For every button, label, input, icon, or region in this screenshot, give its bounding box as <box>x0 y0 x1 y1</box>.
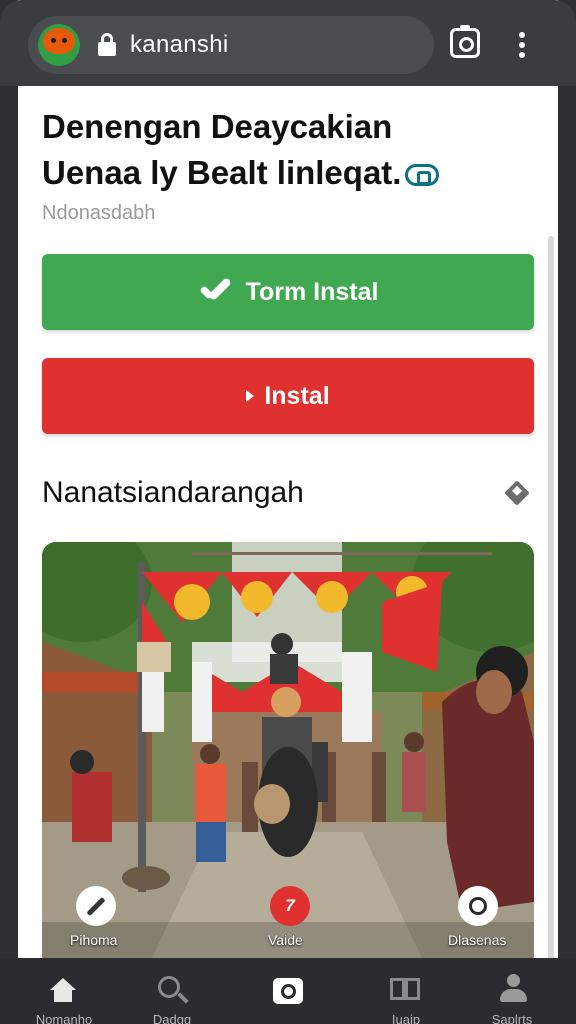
book-icon <box>390 978 422 1002</box>
profile-icon <box>498 974 528 1004</box>
nav-profile-label: Saplrts <box>491 1012 533 1024</box>
search-icon <box>158 976 180 998</box>
torm-install-label: Torm Instal <box>245 277 379 306</box>
video-badge: 7 <box>285 896 295 915</box>
bottom-navigation: Nomanho Dadgg Iuaip Saplrts <box>0 958 576 1024</box>
install-button[interactable]: Instal <box>42 358 534 434</box>
headline-line-2: Uenaa ly Bealt linleqat. <box>42 150 512 196</box>
nav-library[interactable]: Iuaip <box>356 958 456 1024</box>
address-bar[interactable]: kananshi <box>28 16 434 74</box>
more-vert-icon[interactable] <box>510 32 534 60</box>
lock-icon <box>98 33 116 57</box>
url-text[interactable]: kananshi <box>130 31 228 59</box>
install-label: Instal <box>264 381 330 410</box>
check-icon <box>198 277 234 307</box>
torm-install-button[interactable]: Torm Instal <box>42 254 534 330</box>
headline-line-1: Denengan Deaycakian <box>42 108 393 145</box>
fox-face-icon <box>38 24 80 66</box>
section-arrow-icon[interactable] <box>504 480 530 506</box>
link-icon[interactable] <box>405 164 440 187</box>
device-frame-right <box>558 0 576 1024</box>
nav-home[interactable]: Nomanho <box>14 958 114 1024</box>
pencil-icon <box>86 896 106 916</box>
share-icon <box>469 897 487 915</box>
edit-label: Pihoma <box>70 932 118 948</box>
camera-icon[interactable] <box>450 25 480 58</box>
featured-photo[interactable]: 7 Pihoma Vaide Dlasenas <box>42 542 534 958</box>
share-button[interactable] <box>458 886 498 926</box>
browser-toolbar: kananshi <box>0 0 576 86</box>
nav-camera[interactable] <box>238 958 338 1024</box>
play-icon <box>246 390 255 402</box>
article-subtext: Ndonasdabh <box>42 202 156 224</box>
page-content: Denengan Deaycakian Uenaa ly Bealt linle… <box>18 86 558 1016</box>
nav-profile[interactable]: Saplrts <box>462 958 562 1024</box>
video-label: Vaide <box>268 932 303 948</box>
scrollbar[interactable] <box>548 236 554 1016</box>
share-label: Dlasenas <box>448 932 507 948</box>
edit-photo-button[interactable] <box>76 886 116 926</box>
nav-search-label: Dadgg <box>152 1012 192 1024</box>
device-frame-left <box>0 0 18 1024</box>
section-title: Nanatsiandarangah <box>42 476 304 509</box>
video-button[interactable]: 7 <box>270 886 310 926</box>
nav-search[interactable]: Dadgg <box>122 958 222 1024</box>
camera-icon <box>273 978 303 1004</box>
nav-home-label: Nomanho <box>35 1012 93 1024</box>
article-headline: Denengan Deaycakian Uenaa ly Bealt linle… <box>42 104 512 196</box>
home-icon <box>50 978 76 1002</box>
nav-library-label: Iuaip <box>391 1012 421 1024</box>
